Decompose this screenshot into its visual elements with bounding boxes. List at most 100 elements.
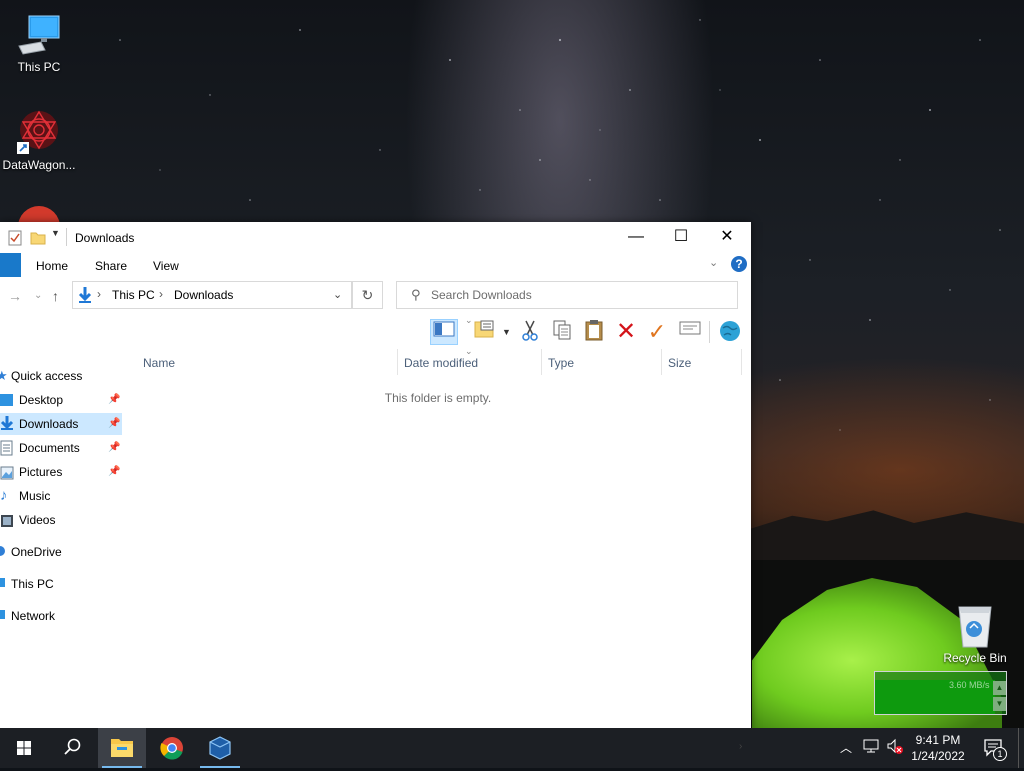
properties-icon[interactable] bbox=[8, 230, 22, 249]
desktop-icon-recycle-bin[interactable]: Recycle Bin bbox=[935, 601, 1015, 665]
clock-date: 1/24/2022 bbox=[911, 749, 965, 763]
network-status-icon[interactable] bbox=[863, 738, 881, 757]
customize-toolbar-chevron-icon[interactable]: ▼ bbox=[51, 228, 60, 238]
start-button[interactable] bbox=[0, 728, 48, 768]
checkmark-icon: ✓ bbox=[647, 319, 667, 344]
network-icon bbox=[0, 610, 5, 619]
nav-item-label: Pictures bbox=[19, 465, 63, 479]
nav-item-label: Desktop bbox=[19, 393, 64, 407]
datawagon-icon bbox=[15, 108, 63, 156]
address-bar[interactable]: › This PC › Downloads ⌄ bbox=[72, 281, 352, 309]
expand-ribbon-chevron-icon[interactable]: ⌄ bbox=[709, 256, 718, 269]
notification-count-badge: 1 bbox=[993, 747, 1007, 761]
nav-item-videos[interactable]: Videos bbox=[0, 509, 122, 531]
nav-item-downloads[interactable]: Downloads 📌 bbox=[0, 413, 122, 435]
documents-icon bbox=[0, 440, 14, 456]
nav-item-onedrive[interactable]: OneDrive bbox=[0, 541, 122, 563]
nav-item-label: Documents bbox=[19, 441, 80, 455]
virtualbox-cube-icon bbox=[209, 736, 231, 760]
network-button[interactable] bbox=[716, 319, 744, 345]
taskbar-file-explorer[interactable] bbox=[98, 728, 146, 768]
desktop-icon-datawagon[interactable]: DataWagon... bbox=[0, 108, 79, 172]
copy-icon bbox=[553, 320, 571, 340]
minimize-button[interactable]: — bbox=[613, 222, 659, 252]
nav-item-label: Music bbox=[19, 489, 51, 503]
new-folder-icon[interactable] bbox=[30, 230, 46, 249]
search-icon bbox=[64, 738, 81, 755]
back-arrow-icon[interactable]: → bbox=[8, 288, 22, 304]
file-list[interactable]: Name ⌄ Date modified Type Size This fold… bbox=[124, 346, 751, 728]
nav-item-music[interactable]: ♪ Music bbox=[0, 485, 122, 507]
column-divider[interactable] bbox=[541, 349, 542, 375]
taskbar-scroll-chevron-icon[interactable]: › bbox=[739, 741, 742, 752]
globe-icon bbox=[720, 321, 740, 341]
help-icon[interactable]: ? bbox=[731, 256, 747, 272]
nav-item-label: Downloads bbox=[19, 417, 79, 431]
copy-button[interactable] bbox=[548, 319, 576, 345]
windows-logo-icon bbox=[17, 741, 31, 755]
download-arrow-icon[interactable]: ▼ bbox=[993, 697, 1006, 711]
close-button[interactable]: ✕ bbox=[704, 222, 750, 252]
navigation-pane-toggle-button[interactable] bbox=[430, 319, 458, 345]
breadcrumb-downloads[interactable]: Downloads bbox=[174, 288, 233, 302]
properties-button[interactable] bbox=[676, 319, 704, 345]
view-dropdown-icon[interactable]: ▼ bbox=[502, 327, 511, 337]
cut-button[interactable] bbox=[516, 319, 544, 345]
nav-item-quick-access[interactable]: ★ Quick access bbox=[0, 365, 122, 387]
nav-item-label: Quick access bbox=[11, 369, 83, 383]
column-divider[interactable] bbox=[397, 349, 398, 375]
taskbar-virtualbox[interactable] bbox=[196, 728, 244, 768]
pin-icon: 📌 bbox=[108, 466, 121, 477]
desktop-icon-label: DataWagon... bbox=[2, 158, 76, 172]
up-arrow-icon[interactable]: ↑ bbox=[52, 288, 59, 304]
column-header-date-modified[interactable]: Date modified bbox=[404, 356, 478, 370]
search-box[interactable]: ⚲ bbox=[396, 281, 738, 309]
search-button[interactable] bbox=[48, 728, 96, 768]
recent-locations-chevron-icon[interactable]: ⌄ bbox=[34, 290, 42, 301]
rename-button[interactable]: ✓ bbox=[643, 319, 671, 345]
clock-time: 9:41 PM bbox=[915, 733, 961, 747]
column-header-type[interactable]: Type bbox=[548, 356, 574, 370]
network-rate: 3.60 MB/s bbox=[949, 680, 990, 690]
title-bar[interactable]: ▼ Downloads — ☐ ✕ bbox=[0, 222, 751, 253]
star-icon: ★ bbox=[0, 368, 8, 383]
tab-home[interactable]: Home bbox=[36, 259, 68, 273]
column-header-size[interactable]: Size bbox=[668, 356, 691, 370]
search-icon: ⚲ bbox=[411, 287, 421, 302]
paste-button[interactable] bbox=[580, 319, 608, 345]
column-divider[interactable] bbox=[661, 349, 662, 375]
action-center-button[interactable]: 1 bbox=[983, 737, 1007, 762]
toolbar-chevron-icon[interactable]: ⌄ bbox=[465, 315, 473, 326]
tab-share[interactable]: Share bbox=[95, 259, 127, 273]
tab-file[interactable] bbox=[0, 253, 21, 277]
show-desktop-button[interactable] bbox=[1018, 728, 1024, 768]
nav-item-desktop[interactable]: Desktop 📌 bbox=[0, 389, 122, 411]
column-header-name[interactable]: Name bbox=[143, 356, 175, 370]
maximize-button[interactable]: ☐ bbox=[658, 222, 704, 252]
column-divider[interactable] bbox=[741, 349, 742, 375]
volume-muted-icon[interactable] bbox=[886, 738, 904, 759]
nav-item-this-pc[interactable]: This PC bbox=[0, 573, 122, 595]
show-hidden-icons-chevron-icon[interactable]: ︿ bbox=[840, 739, 852, 756]
address-dropdown-chevron-icon[interactable]: ⌄ bbox=[333, 288, 342, 301]
delete-button[interactable]: ✕ bbox=[612, 319, 640, 345]
search-input[interactable] bbox=[431, 286, 721, 304]
desktop-icon-this-pc[interactable]: This PC bbox=[0, 10, 79, 74]
window-title: Downloads bbox=[75, 231, 135, 245]
taskbar-chrome[interactable] bbox=[148, 728, 196, 768]
network-speed-widget[interactable]: 3.60 MB/s ▲ ▼ bbox=[874, 671, 1007, 715]
desktop-icon-chrome-partial[interactable] bbox=[18, 206, 60, 222]
nav-item-documents[interactable]: Documents 📌 bbox=[0, 437, 122, 459]
refresh-button[interactable]: ↻ bbox=[352, 281, 383, 309]
properties-card-icon bbox=[679, 321, 701, 335]
change-view-button[interactable] bbox=[470, 319, 498, 345]
system-clock[interactable]: 9:41 PM 1/24/2022 bbox=[905, 732, 971, 764]
nav-item-network[interactable]: Network bbox=[0, 605, 122, 627]
nav-item-pictures[interactable]: Pictures 📌 bbox=[0, 461, 122, 483]
breadcrumb-this-pc[interactable]: This PC bbox=[112, 288, 155, 302]
title-divider bbox=[66, 228, 67, 246]
upload-arrow-icon[interactable]: ▲ bbox=[993, 681, 1006, 695]
videos-icon bbox=[0, 513, 14, 527]
tab-view[interactable]: View bbox=[153, 259, 179, 273]
nav-item-label: OneDrive bbox=[11, 545, 62, 559]
